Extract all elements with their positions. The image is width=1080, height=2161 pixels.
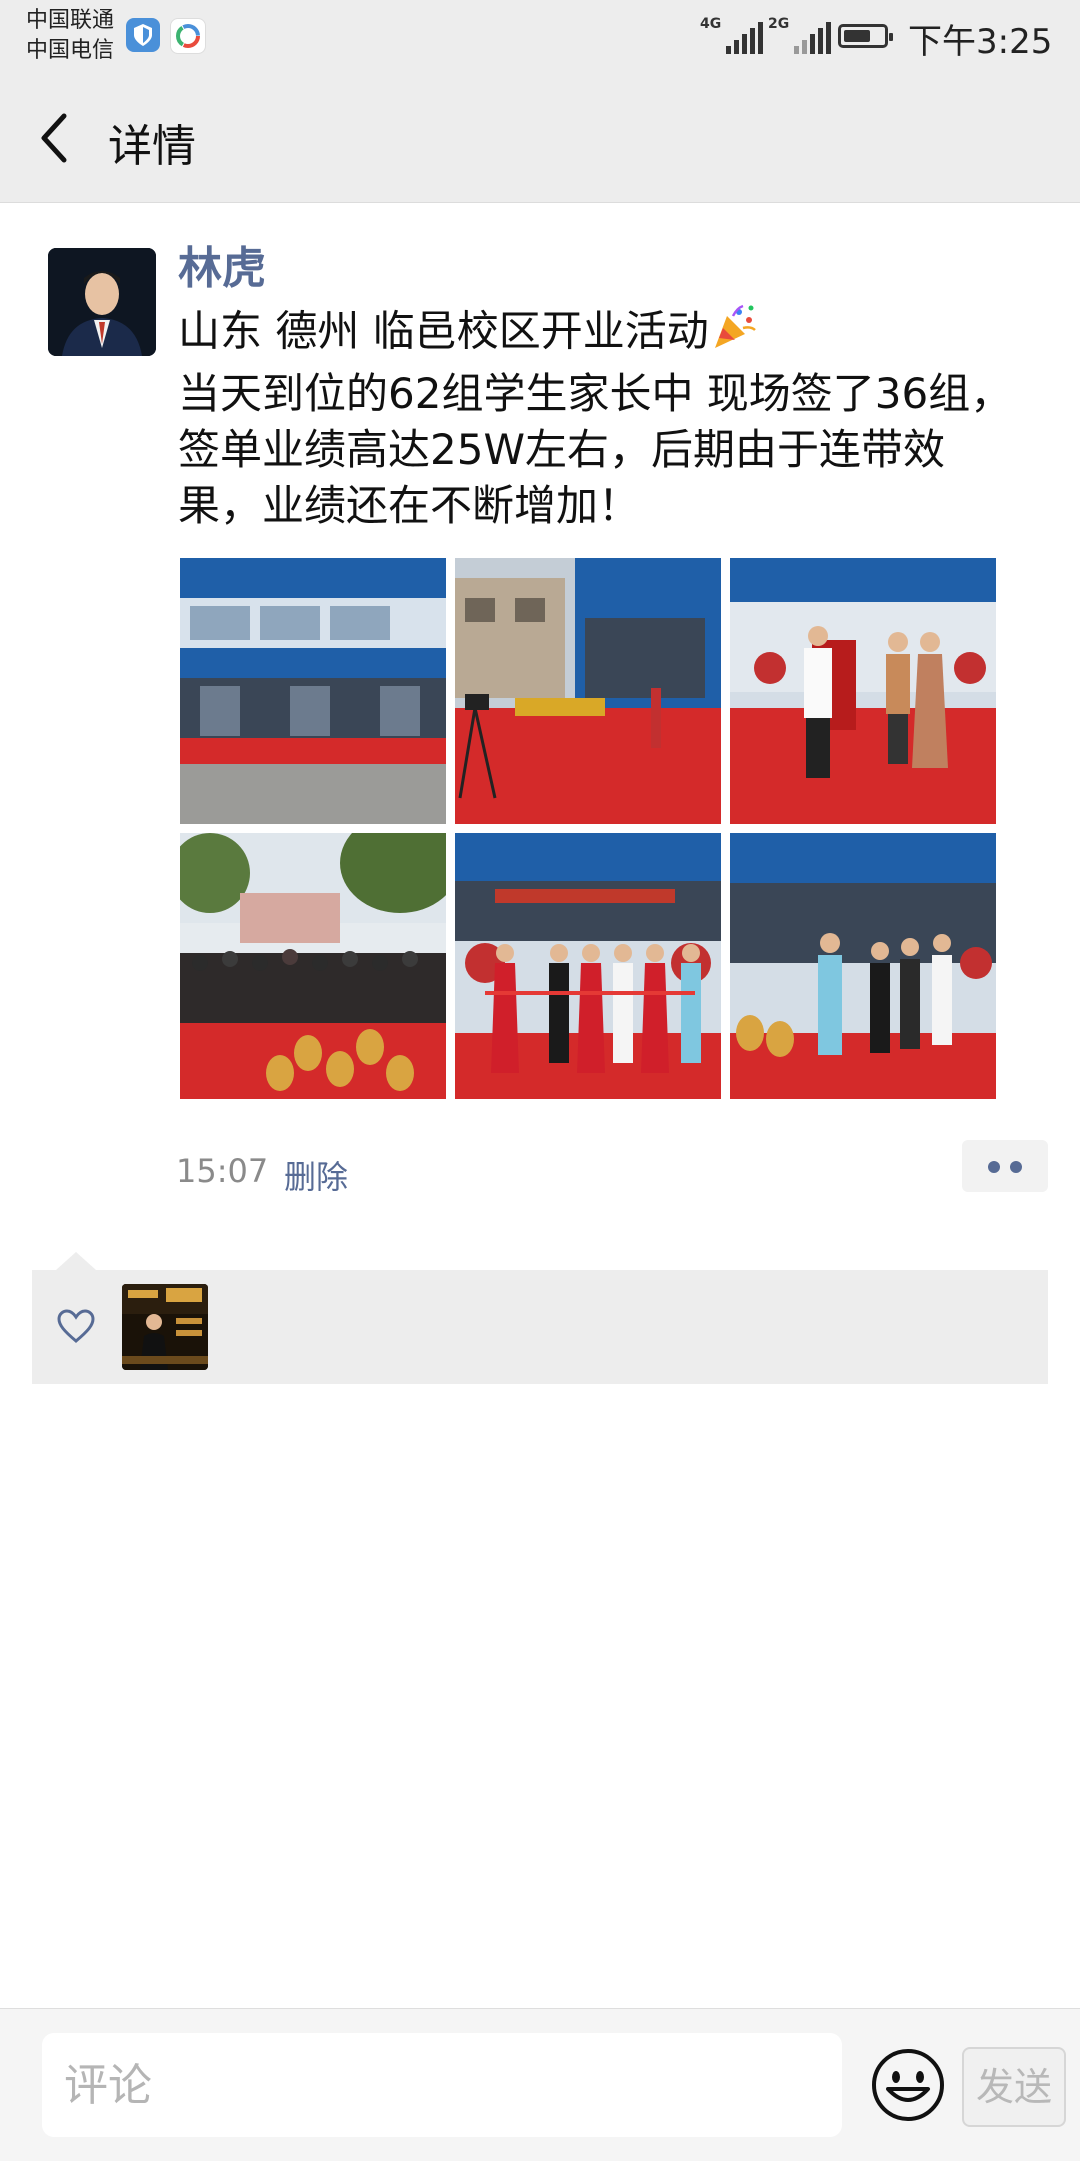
post-photo-3[interactable] [730,558,996,824]
nav-bar: 详情 [0,72,1080,203]
battery-icon [838,24,893,48]
status-time: 下午3:25 [908,22,1053,62]
post-text: 山东 德州 临邑校区开业活动 当天到位的62组学生家长中 现场签了36组，签单业… [178,302,1028,534]
post-photo-6[interactable] [730,833,996,1099]
status-bar: 中国联通 中国电信 4G 2G 下午3:25 [0,0,1080,72]
carrier-names: 中国联通 中国电信 [26,6,114,66]
delete-button[interactable]: 删除 [284,1152,348,1198]
likes-section [32,1270,1048,1384]
post-text-body: 当天到位的62组学生家长中 现场签了36组，签单业绩高达25W左右，后期由于连带… [178,369,1013,530]
liker-avatar[interactable] [122,1284,208,1370]
post-photo-4[interactable] [180,833,446,1099]
smiley-icon[interactable] [868,2045,948,2125]
author-name[interactable]: 林虎 [178,232,266,296]
post-photo-2[interactable] [455,558,721,824]
comment-input[interactable] [42,2033,842,2137]
more-dots-icon[interactable] [962,1140,1048,1192]
post-text-line-1: 山东 德州 临邑校区开业活动 [178,306,709,356]
post-photo-5[interactable] [455,833,721,1099]
author-avatar[interactable] [48,248,156,356]
post-time: 15:07 [176,1152,269,1190]
shield-icon [126,18,160,52]
photo-grid [180,558,998,1099]
app-circle-icon [170,18,206,54]
carrier-2: 中国电信 [26,38,115,63]
comment-bar: 发送 [0,2008,1080,2161]
page-title: 详情 [108,121,196,172]
party-popper-icon [709,302,759,366]
send-button[interactable]: 发送 [962,2047,1066,2127]
post-photo-1[interactable] [180,558,446,824]
chevron-left-icon[interactable] [30,108,80,168]
carrier-1: 中国联通 [26,8,115,33]
heart-icon [56,1308,96,1348]
likes-pointer [56,1252,96,1270]
